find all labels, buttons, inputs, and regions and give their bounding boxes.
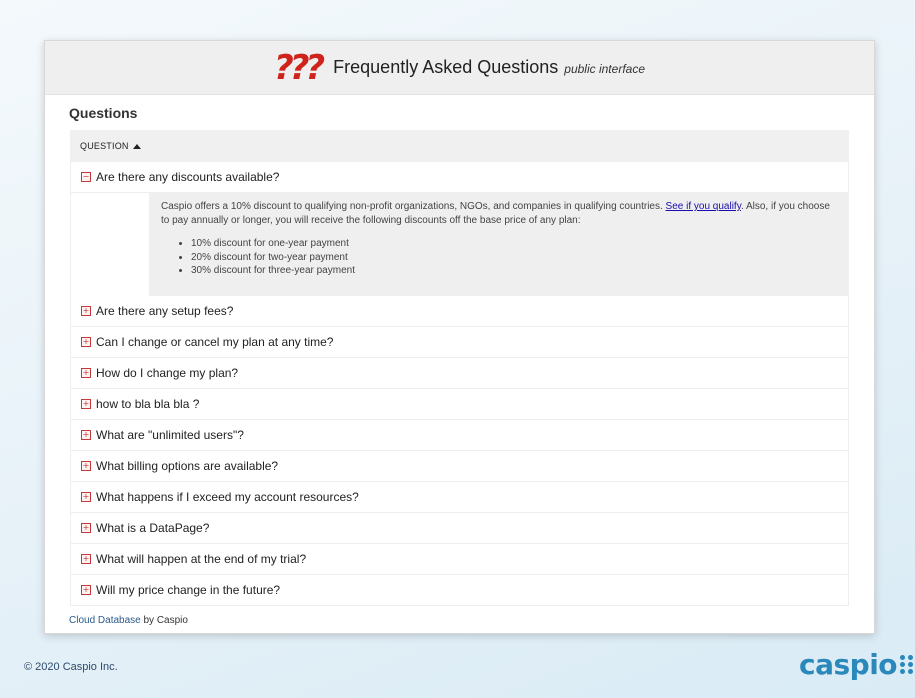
faq-table: QUESTION − Are there any discounts avail… <box>70 130 849 606</box>
section-title: Questions <box>69 105 138 121</box>
minus-box-icon[interactable]: − <box>81 172 91 182</box>
plus-box-icon[interactable]: + <box>81 553 91 564</box>
faq-question: Are there any discounts available? <box>96 170 280 184</box>
logo-dots-icon <box>900 655 914 674</box>
column-header-label: QUESTION <box>80 141 129 151</box>
answer-body: Caspio offers a 10% discount to qualifyi… <box>149 193 849 296</box>
faq-row[interactable]: + Are there any setup fees? <box>70 295 849 327</box>
faq-question: how to bla bla bla ? <box>96 396 200 411</box>
discount-list: 10% discount for one-year payment 20% di… <box>161 237 837 278</box>
footer-text: by Caspio <box>140 615 188 626</box>
question-marks-logo: ??? <box>273 47 325 88</box>
faq-row[interactable]: + how to bla bla bla ? <box>70 388 849 420</box>
copyright: © 2020 Caspio Inc. <box>24 661 118 673</box>
faq-question: What billing options are available? <box>96 458 279 473</box>
faq-row[interactable]: + What happens if I exceed my account res… <box>70 481 849 513</box>
page-subtitle: public interface <box>564 62 645 76</box>
plus-box-icon[interactable]: + <box>81 460 91 471</box>
faq-question: What are "unlimited users"? <box>96 427 244 442</box>
page-title: Frequently Asked Questions <box>333 57 559 77</box>
faq-question: What is a DataPage? <box>96 520 210 535</box>
plus-box-icon[interactable]: + <box>81 367 91 378</box>
faq-row-expanded[interactable]: − Are there any discounts available? <box>70 162 849 193</box>
plus-box-icon[interactable]: + <box>81 522 91 533</box>
plus-box-icon[interactable]: + <box>81 398 91 409</box>
brand-logo-text: caspio <box>799 648 898 681</box>
faq-row[interactable]: + What will happen at the end of my trial… <box>70 543 849 575</box>
see-if-you-qualify-link[interactable]: See if you qualify <box>666 201 741 212</box>
faq-question: What will happen at the end of my trial? <box>96 551 307 566</box>
faq-row[interactable]: + What are "unlimited users"? <box>70 419 849 451</box>
faq-question: Are there any setup fees? <box>96 303 234 318</box>
powered-by-footer: Cloud Database by Caspio <box>69 615 188 626</box>
faq-row[interactable]: + How do I change my plan? <box>70 357 849 389</box>
faq-header: ??? Frequently Asked Questions public in… <box>45 41 874 95</box>
list-item: 10% discount for one-year payment <box>191 237 837 251</box>
faq-row[interactable]: + What billing options are available? <box>70 450 849 482</box>
faq-answer: Caspio offers a 10% discount to qualifyi… <box>70 193 849 296</box>
list-item: 30% discount for three-year payment <box>191 264 837 278</box>
faq-row[interactable]: + Can I change or cancel my plan at any t… <box>70 326 849 358</box>
list-item: 20% discount for two-year payment <box>191 251 837 265</box>
plus-box-icon[interactable]: + <box>81 429 91 440</box>
plus-box-icon[interactable]: + <box>81 305 91 316</box>
faq-question: Can I change or cancel my plan at any ti… <box>96 334 334 349</box>
answer-indent <box>71 193 149 296</box>
caspio-logo: caspio <box>799 648 914 681</box>
faq-question: What happens if I exceed my account reso… <box>96 489 359 504</box>
faq-row[interactable]: + Will my price change in the future? <box>70 574 849 606</box>
cloud-database-link[interactable]: Cloud Database <box>69 615 141 626</box>
sort-ascending-icon[interactable] <box>132 143 141 149</box>
faq-row[interactable]: + What is a DataPage? <box>70 512 849 544</box>
faq-question: How do I change my plan? <box>96 365 239 380</box>
faq-question: Will my price change in the future? <box>96 582 281 597</box>
plus-box-icon[interactable]: + <box>81 336 91 347</box>
plus-box-icon[interactable]: + <box>81 491 91 502</box>
faq-card: ??? Frequently Asked Questions public in… <box>44 40 875 634</box>
column-header-question[interactable]: QUESTION <box>70 130 849 162</box>
plus-box-icon[interactable]: + <box>81 584 91 595</box>
answer-text: Caspio offers a 10% discount to qualifyi… <box>161 201 666 212</box>
